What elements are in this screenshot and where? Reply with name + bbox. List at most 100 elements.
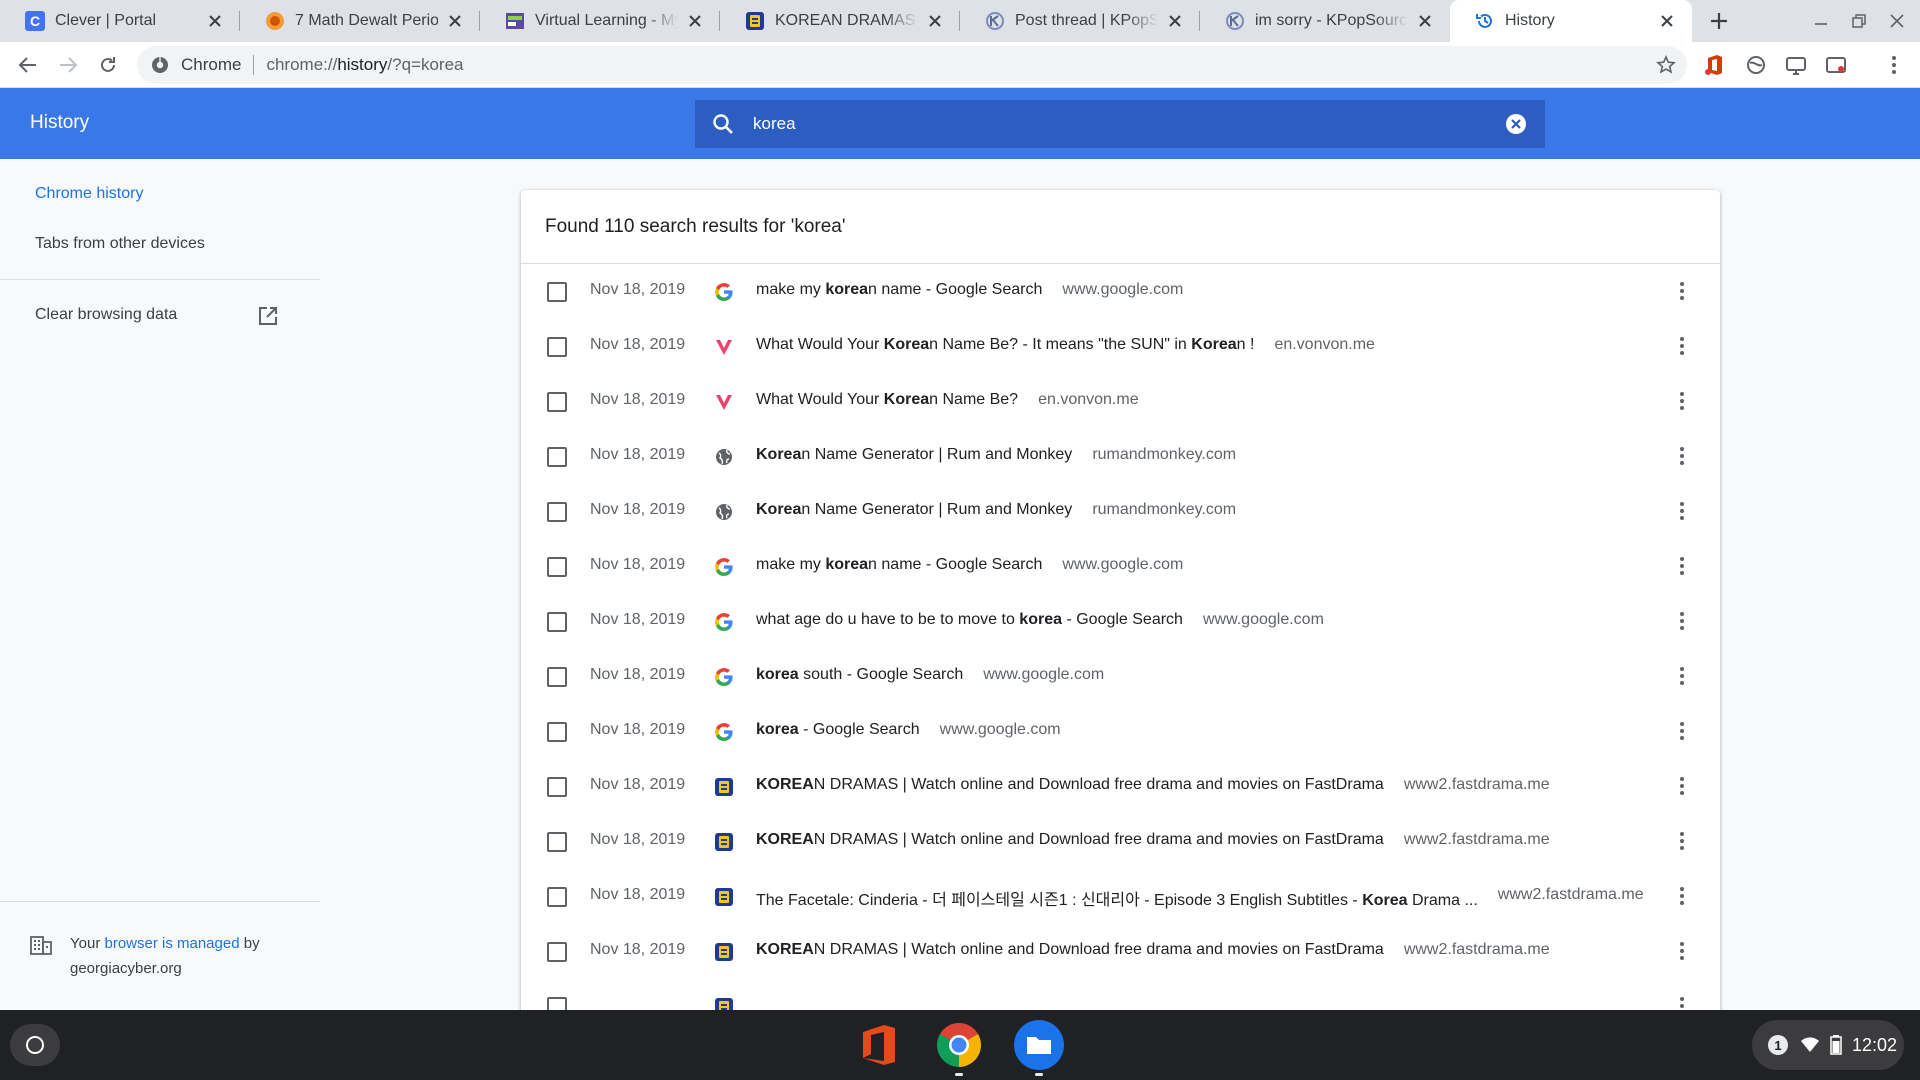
tab-virtual-learning[interactable]: Virtual Learning - My Se (480, 0, 720, 42)
notification-count-badge[interactable]: 1 (1768, 1035, 1788, 1055)
more-actions-icon[interactable] (1670, 499, 1694, 523)
vonvon-icon (714, 337, 734, 357)
history-row[interactable]: Nov 18, 2019 KOREAN DRAMAS | Watch online… (521, 759, 1720, 814)
more-actions-icon[interactable] (1670, 334, 1694, 358)
close-icon[interactable] (684, 10, 706, 32)
history-row[interactable]: Nov 18, 2019 make my korean name - Google… (521, 539, 1720, 594)
new-tab-button[interactable] (1704, 6, 1734, 36)
more-actions-icon[interactable] (1670, 774, 1694, 798)
close-icon[interactable] (1164, 10, 1186, 32)
tab-math[interactable]: 7 Math Dewalt Period 1 (240, 0, 480, 42)
more-actions-icon[interactable] (1670, 939, 1694, 963)
reload-button[interactable] (92, 49, 124, 81)
forward-button[interactable] (52, 49, 84, 81)
launcher-button[interactable] (10, 1024, 60, 1066)
history-row[interactable]: Nov 18, 2019 korea - Google Search www.goo… (521, 704, 1720, 759)
sidebar-item-clear-browsing-data[interactable]: Clear browsing data (35, 306, 177, 324)
tab-kpopsource-sorry[interactable]: im sorry - KPopSource - (1200, 0, 1450, 42)
restore-button[interactable] (1846, 8, 1872, 34)
row-title-link[interactable]: make my korean name - Google Search (756, 281, 1042, 299)
close-icon[interactable] (1656, 10, 1678, 32)
chrome-icon[interactable] (933, 1019, 985, 1076)
more-actions-icon[interactable] (1670, 719, 1694, 743)
bookmark-star-icon[interactable] (1655, 54, 1677, 76)
search-input[interactable] (753, 114, 1503, 134)
row-title-link[interactable]: korea - Google Search (756, 721, 920, 739)
back-button[interactable] (12, 49, 44, 81)
row-title-wrap: What Would Your Korean Name Be? en.vonvon… (756, 391, 1139, 409)
row-title-link[interactable]: KOREAN DRAMAS | Watch online and Downloa… (756, 941, 1384, 959)
tab-history[interactable]: History (1450, 0, 1692, 42)
history-search[interactable] (695, 100, 1545, 148)
history-row[interactable]: Nov 18, 2019 What Would Your Korean Name … (521, 319, 1720, 374)
history-row[interactable]: Nov 18, 2019 Korean Name Generator | Rum … (521, 429, 1720, 484)
sidebar-item-chrome-history[interactable]: Chrome history (35, 185, 143, 203)
clear-search-icon[interactable] (1503, 111, 1529, 137)
sidebar-divider (0, 279, 320, 280)
minimize-button[interactable] (1808, 8, 1834, 34)
sidebar-item-other-devices[interactable]: Tabs from other devices (35, 235, 205, 253)
screen-capture-icon[interactable] (1824, 53, 1848, 77)
more-actions-icon[interactable] (1670, 609, 1694, 633)
history-row[interactable]: Nov 18, 2019 What Would Your Korean Name … (521, 374, 1720, 429)
close-window-button[interactable] (1884, 8, 1910, 34)
history-row[interactable]: Nov 18, 2019 what age do u have to be to … (521, 594, 1720, 649)
tab-kpopsource-post[interactable]: Post thread | KPopSourc (960, 0, 1200, 42)
row-checkbox[interactable] (547, 777, 567, 797)
more-actions-icon[interactable] (1670, 389, 1694, 413)
url-path: /?q=korea (387, 55, 464, 74)
status-tray[interactable]: 1 12:02 (1752, 1020, 1904, 1070)
extension-shield-icon[interactable] (1744, 53, 1768, 77)
row-checkbox[interactable] (547, 447, 567, 467)
office-extension-icon[interactable] (1703, 53, 1727, 77)
address-bar[interactable]: Chrome chrome://history/?q=korea (137, 46, 1687, 84)
history-row[interactable]: Nov 18, 2019 KOREAN DRAMAS | Watch online… (521, 924, 1720, 979)
close-icon[interactable] (924, 10, 946, 32)
row-checkbox[interactable] (547, 667, 567, 687)
row-checkbox[interactable] (547, 722, 567, 742)
browser-managed-link[interactable]: browser is managed (104, 935, 239, 952)
row-checkbox[interactable] (547, 282, 567, 302)
row-title-link[interactable]: KOREAN DRAMAS | Watch online and Downloa… (756, 776, 1384, 794)
row-title-link[interactable]: KOREAN DRAMAS | Watch online and Downloa… (756, 831, 1384, 849)
match-highlight: KOREA (756, 941, 814, 958)
menu-icon[interactable] (1882, 53, 1906, 77)
files-icon[interactable] (1013, 1019, 1065, 1076)
row-checkbox[interactable] (547, 832, 567, 852)
tab-korean-dramas[interactable]: KOREAN DRAMAS | Wat (720, 0, 960, 42)
row-title-link[interactable]: Korean Name Generator | Rum and Monkey (756, 446, 1072, 464)
close-icon[interactable] (444, 10, 466, 32)
row-checkbox[interactable] (547, 392, 567, 412)
more-actions-icon[interactable] (1670, 664, 1694, 688)
history-row[interactable]: Nov 18, 2019 Korean Name Generator | Rum … (521, 484, 1720, 539)
history-row[interactable]: Nov 18, 2019 KOREAN DRAMAS | Watch online… (521, 814, 1720, 869)
office-icon[interactable] (853, 1019, 905, 1071)
more-actions-icon[interactable] (1670, 279, 1694, 303)
row-title-link[interactable]: What Would Your Korean Name Be? (756, 391, 1018, 409)
row-checkbox[interactable] (547, 337, 567, 357)
history-row[interactable]: Nov 18, 2019 korea south - Google Search w… (521, 649, 1720, 704)
row-title-link[interactable]: What Would Your Korean Name Be? - It mea… (756, 336, 1254, 354)
more-actions-icon[interactable] (1670, 554, 1694, 578)
tab-clever[interactable]: C Clever | Portal (0, 0, 240, 42)
row-checkbox[interactable] (547, 612, 567, 632)
close-icon[interactable] (204, 10, 226, 32)
open-in-new-icon[interactable] (256, 304, 280, 328)
row-title-link[interactable]: what age do u have to be to move to kore… (756, 611, 1183, 629)
row-title-link[interactable]: make my korean name - Google Search (756, 556, 1042, 574)
more-actions-icon[interactable] (1670, 884, 1694, 908)
row-checkbox[interactable] (547, 887, 567, 907)
row-checkbox[interactable] (547, 942, 567, 962)
row-checkbox[interactable] (547, 557, 567, 577)
history-row[interactable]: Nov 18, 2019 make my korean name - Google… (521, 264, 1720, 319)
more-actions-icon[interactable] (1670, 444, 1694, 468)
row-title-link[interactable]: Korean Name Generator | Rum and Monkey (756, 501, 1072, 519)
cast-icon[interactable] (1784, 53, 1808, 77)
history-row[interactable]: Nov 18, 2019 The Facetale: Cinderia - 더 페… (521, 869, 1720, 924)
match-highlight: korea (756, 666, 799, 683)
close-icon[interactable] (1414, 10, 1436, 32)
row-checkbox[interactable] (547, 502, 567, 522)
more-actions-icon[interactable] (1670, 829, 1694, 853)
row-title-link[interactable]: The Facetale: Cinderia - 더 페이스테일 시즌1 : 신… (756, 886, 1478, 910)
row-title-link[interactable]: korea south - Google Search (756, 666, 963, 684)
